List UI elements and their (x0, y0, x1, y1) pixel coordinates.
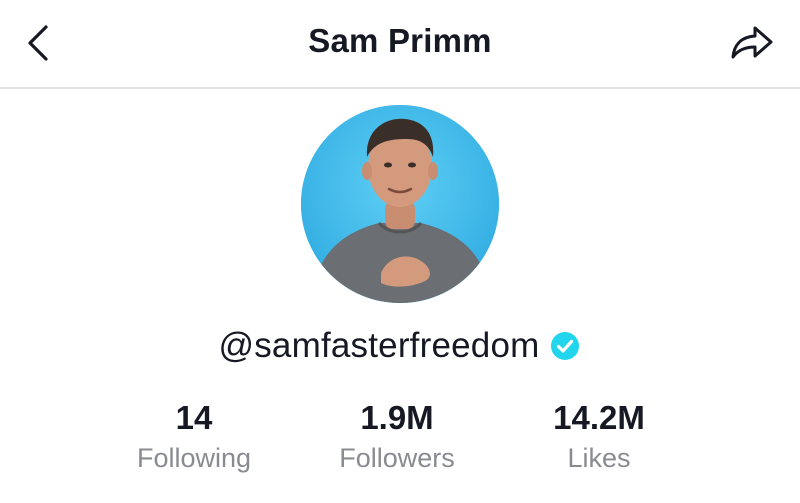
header: Sam Primm (0, 0, 800, 86)
share-button[interactable] (724, 20, 780, 66)
stat-label: Likes (567, 443, 631, 473)
chevron-left-icon (28, 25, 48, 61)
page-title: Sam Primm (308, 22, 492, 59)
verified-badge-icon (549, 330, 581, 362)
header-divider (0, 87, 800, 89)
avatar-photo (301, 105, 499, 303)
stat-following[interactable]: 14 Following (94, 398, 294, 476)
stat-likes[interactable]: 14.2M Likes (499, 398, 699, 476)
stat-value: 14 (175, 399, 213, 436)
username: @samfasterfreedom (218, 326, 540, 365)
back-button[interactable] (18, 20, 58, 66)
stat-label: Followers (339, 443, 455, 473)
stat-value: 1.9M (360, 399, 434, 436)
stat-followers[interactable]: 1.9M Followers (297, 398, 497, 476)
stat-label: Following (136, 443, 252, 473)
avatar[interactable] (301, 105, 499, 303)
username-row: @samfasterfreedom (150, 326, 650, 366)
share-arrow-icon (731, 26, 773, 59)
profile-screen: Sam Primm @samfasterfreedom 14 Following… (0, 0, 800, 503)
stat-value: 14.2M (553, 399, 645, 436)
